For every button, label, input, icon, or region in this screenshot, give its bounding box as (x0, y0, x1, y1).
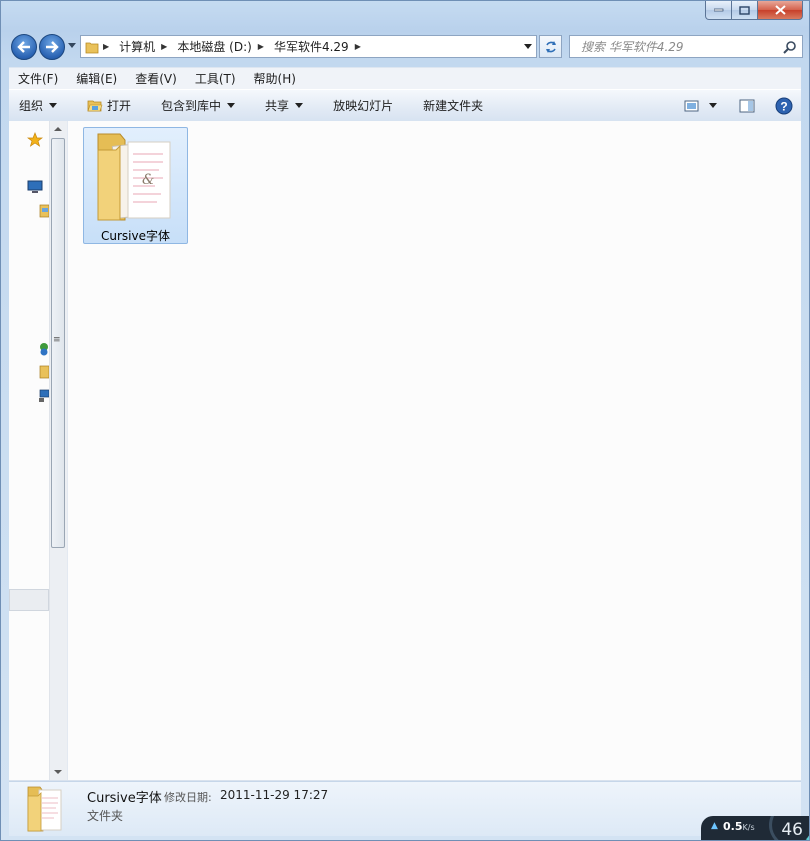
slideshow-label: 放映幻灯片 (333, 99, 394, 113)
upload-arrow-icon: ▲ (711, 821, 718, 831)
scroll-down-arrow-icon[interactable] (54, 770, 62, 774)
share-label: 共享 (265, 99, 290, 113)
search-icon[interactable] (783, 40, 797, 54)
open-button[interactable]: 打开 (68, 90, 142, 121)
horizontal-scrollbar-stub[interactable] (9, 589, 49, 611)
view-options-dropdown[interactable] (709, 103, 717, 108)
view-icon (684, 100, 699, 111)
organize-label: 组织 (19, 99, 44, 113)
breadcrumb-drive-d[interactable]: 本地磁盘 (D:) (173, 36, 257, 57)
maximize-button[interactable] (732, 1, 758, 20)
breadcrumb-current-folder[interactable]: 华军软件4.29 (270, 36, 355, 57)
minimize-icon (713, 8, 723, 12)
menu-view[interactable]: 查看(V) (126, 70, 186, 87)
network-speed-value: 0.5K/s (723, 820, 755, 833)
chevron-right-icon[interactable]: ▶ (161, 42, 167, 51)
content-area: ≡ & Cursive字体 (9, 121, 801, 781)
minimize-button[interactable] (705, 1, 732, 20)
caption-buttons (705, 1, 803, 20)
chevron-down-icon (49, 103, 58, 108)
chevron-down-icon (295, 103, 304, 108)
network-speed-widget[interactable]: ▲ 0.5K/s 46 (701, 816, 809, 840)
recent-pages-dropdown[interactable] (68, 43, 76, 48)
explorer-window: ▶ 计算机 ▶ 本地磁盘 (D:) ▶ 华军软件4.29 ▶ 文件(F) 编辑(… (0, 0, 810, 841)
share-button[interactable]: 共享 (246, 90, 314, 121)
chevron-right-icon[interactable]: ▶ (355, 42, 361, 51)
back-arrow-icon (17, 41, 30, 53)
chevron-right-icon[interactable]: ▶ (258, 42, 264, 51)
forward-button[interactable] (39, 34, 65, 60)
organize-button[interactable]: 组织 (9, 90, 68, 121)
help-icon: ? (775, 97, 793, 114)
navigation-bar: ▶ 计算机 ▶ 本地磁盘 (D:) ▶ 华军软件4.29 ▶ (11, 34, 803, 60)
refresh-button[interactable] (539, 35, 562, 58)
back-button[interactable] (11, 34, 37, 60)
folder-name: Cursive字体 (101, 229, 170, 243)
close-button[interactable] (758, 1, 803, 20)
include-in-library-button[interactable]: 包含到库中 (142, 90, 246, 121)
details-modified-value: 2011-11-29 17:27 (220, 788, 329, 802)
breadcrumb-computer[interactable]: 计算机 (115, 36, 161, 57)
refresh-icon (545, 40, 556, 53)
address-bar[interactable]: ▶ 计算机 ▶ 本地磁盘 (D:) ▶ 华军软件4.29 ▶ (80, 35, 537, 58)
menu-file[interactable]: 文件(F) (9, 70, 67, 87)
memory-percent: 46 (781, 820, 803, 840)
chevron-down-icon (227, 103, 236, 108)
help-button[interactable]: ? (775, 97, 793, 115)
details-file-type: 文件夹 (87, 809, 124, 823)
chevron-down-icon (709, 103, 717, 108)
navigation-pane-scrollbar[interactable]: ≡ (49, 121, 67, 780)
menu-bar: 文件(F) 编辑(E) 查看(V) 工具(T) 帮助(H) (9, 67, 801, 89)
folder-item[interactable]: & Cursive字体 (83, 127, 188, 244)
details-pane: Cursive字体 修改日期: 2011-11-29 17:27 文件夹 (9, 781, 801, 836)
include-in-library-label: 包含到库中 (161, 99, 222, 113)
forward-arrow-icon (46, 41, 59, 53)
search-box[interactable] (569, 35, 803, 58)
folder-icon: & (97, 133, 171, 221)
scrollbar-grip-icon: ≡ (53, 335, 61, 345)
details-file-name: Cursive字体 (87, 791, 162, 806)
folder-open-icon (87, 100, 103, 111)
open-label: 打开 (107, 99, 132, 113)
new-folder-label: 新建文件夹 (423, 99, 484, 113)
address-folder-icon (81, 36, 103, 57)
svg-text:?: ? (780, 99, 787, 113)
desktop-icon[interactable] (27, 180, 43, 194)
menu-tools[interactable]: 工具(T) (186, 70, 245, 87)
scroll-up-arrow-icon[interactable] (54, 127, 62, 131)
preview-pane-button[interactable] (739, 99, 755, 113)
change-view-button[interactable] (684, 100, 700, 112)
favorites-star-icon[interactable] (27, 132, 43, 148)
command-bar: 组织 打开 包含到库中 共享 放映幻灯片 新建文件夹 ? (9, 89, 801, 122)
view-controls: ? (674, 90, 801, 121)
close-icon (774, 5, 786, 15)
preview-pane-icon (739, 99, 755, 112)
slideshow-button[interactable]: 放映幻灯片 (314, 90, 404, 121)
address-history-dropdown[interactable] (524, 44, 532, 49)
maximize-icon (739, 5, 750, 15)
svg-text:&: & (142, 172, 154, 188)
folder-thumbnail-icon (27, 786, 62, 832)
menu-edit[interactable]: 编辑(E) (67, 70, 126, 87)
new-folder-button[interactable]: 新建文件夹 (404, 90, 494, 121)
menu-help[interactable]: 帮助(H) (245, 70, 305, 87)
details-modified-label: 修改日期: (164, 791, 212, 804)
network-speed-unit: K/s (742, 823, 755, 832)
search-input[interactable] (579, 38, 773, 55)
chevron-right-icon[interactable]: ▶ (103, 42, 109, 51)
navigation-pane: ≡ (9, 121, 68, 780)
